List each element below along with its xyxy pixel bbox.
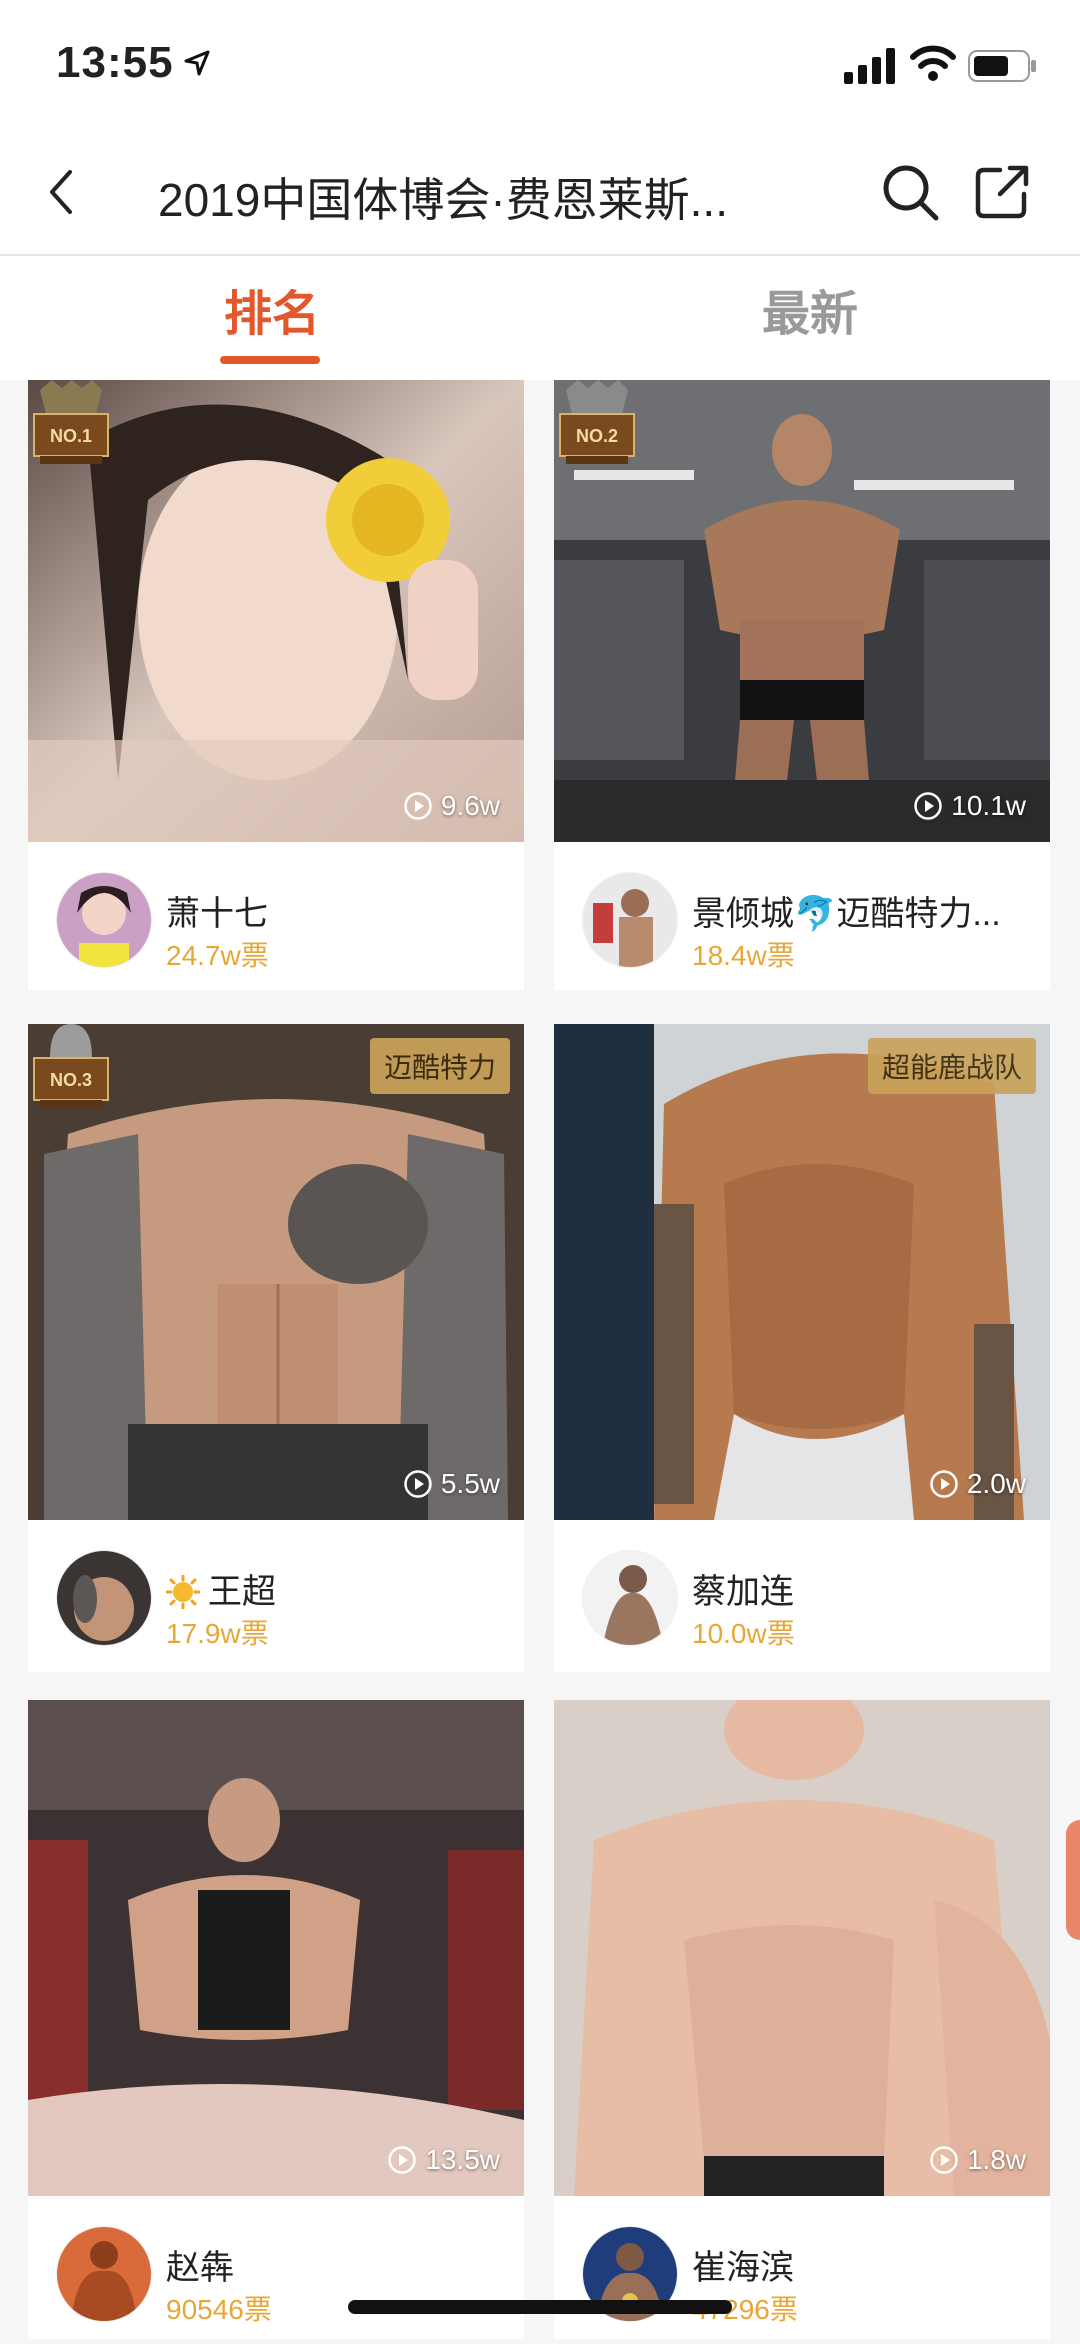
play-count-value: 10.1w xyxy=(951,790,1026,821)
tab-active-indicator xyxy=(220,356,320,364)
play-icon xyxy=(930,2146,958,2174)
status-time: 13:55 xyxy=(56,38,174,87)
play-count-value: 13.5w xyxy=(425,2144,500,2175)
vote-count: 18.4w票 xyxy=(692,940,795,971)
user-name[interactable]: 王超 xyxy=(166,1564,506,1613)
rank-badge-icon: NO.3 xyxy=(33,1024,109,1108)
play-icon xyxy=(404,792,432,820)
rank-badge-icon: NO.1 xyxy=(33,380,109,464)
share-icon[interactable] xyxy=(970,160,1034,224)
vote-count: 24.7w票 xyxy=(166,940,269,971)
play-count: 10.1w xyxy=(913,790,1026,822)
page-title: 2019中国体博会·费恩莱斯... xyxy=(158,174,728,226)
entry-info: 蔡加连 10.0w票 xyxy=(554,1520,1050,1668)
team-tag: 迈酷特力 xyxy=(369,1038,510,1094)
tab-bar: 排名 最新 xyxy=(0,256,1080,380)
nav-bar: 2019中国体博会·费恩莱斯... xyxy=(0,130,1080,256)
entry-card[interactable]: NO.1 9.6w 萧十七 24.7w票 xyxy=(28,380,524,990)
play-icon xyxy=(914,792,943,820)
entry-photo[interactable]: 超能鹿战队 2.0w xyxy=(554,1024,1050,1520)
back-chevron-icon[interactable] xyxy=(36,160,86,224)
photo-image xyxy=(28,1700,524,2196)
entry-card[interactable]: NO.2 10.1w 景倾城🐬迈酷特力... 18.4w票 xyxy=(554,380,1050,990)
entry-photo[interactable]: NO.2 10.1w xyxy=(554,380,1050,842)
tab-ranking[interactable]: 排名 xyxy=(122,274,422,344)
user-name-text: 王超 xyxy=(208,1573,276,1611)
sun-emoji-icon xyxy=(166,1575,200,1609)
play-icon xyxy=(388,2146,417,2174)
entry-card[interactable]: NO.3 迈酷特力 5.5w 王超 17.9w票 xyxy=(28,1024,524,1672)
photo-image xyxy=(554,1024,1050,1520)
entry-photo[interactable]: 13.5w xyxy=(28,1700,524,2196)
battery-icon xyxy=(968,50,1036,82)
entry-photo[interactable]: NO.1 9.6w xyxy=(28,380,524,842)
play-count-value: 1.8w xyxy=(966,2144,1026,2175)
photo-image xyxy=(554,1700,1050,2196)
home-indicator xyxy=(348,2300,732,2314)
play-count: 1.8w xyxy=(929,2144,1026,2176)
entry-info: 崔海滨 47296票 xyxy=(554,2196,1050,2344)
user-name[interactable]: 崔海滨 xyxy=(692,2240,1032,2289)
vote-count: 17.9w票 xyxy=(166,1618,269,1649)
team-tag: 超能鹿战队 xyxy=(867,1038,1036,1094)
play-icon xyxy=(404,1470,432,1498)
entry-info: 景倾城🐬迈酷特力... 18.4w票 xyxy=(554,842,1050,990)
status-bar: 13:55 xyxy=(0,0,1080,130)
entry-photo[interactable]: 1.8w xyxy=(554,1700,1050,2196)
rank-label: NO.2 xyxy=(576,426,618,446)
search-icon[interactable] xyxy=(878,160,942,224)
avatar[interactable] xyxy=(56,872,152,968)
play-count-value: 2.0w xyxy=(966,1468,1026,1499)
location-arrow-icon xyxy=(184,50,210,76)
avatar[interactable] xyxy=(582,872,678,968)
signal-icon xyxy=(844,48,895,84)
entry-info: 萧十七 24.7w票 xyxy=(28,842,524,990)
rank-label: NO.3 xyxy=(50,1070,92,1090)
avatar[interactable] xyxy=(582,1550,678,1646)
entry-card[interactable]: 1.8w 崔海滨 47296票 xyxy=(554,1700,1050,2339)
user-name[interactable]: 萧十七 xyxy=(166,886,506,935)
entry-info: 王超 17.9w票 xyxy=(28,1520,524,1668)
user-name[interactable]: 赵犇 xyxy=(166,2240,506,2289)
user-name[interactable]: 景倾城🐬迈酷特力... xyxy=(692,886,1032,935)
play-count: 9.6w xyxy=(403,790,500,822)
play-count: 2.0w xyxy=(929,1468,1026,1500)
play-count-value: 5.5w xyxy=(440,1468,500,1499)
play-count: 5.5w xyxy=(403,1468,500,1500)
entry-card[interactable]: 13.5w 赵犇 90546票 xyxy=(28,1700,524,2339)
entry-info: 赵犇 90546票 xyxy=(28,2196,524,2344)
entry-photo[interactable]: NO.3 迈酷特力 5.5w xyxy=(28,1024,524,1520)
user-name[interactable]: 蔡加连 xyxy=(692,1564,1032,1613)
rank-badge-icon: NO.2 xyxy=(559,380,635,464)
wifi-icon xyxy=(910,45,956,81)
avatar[interactable] xyxy=(56,1550,152,1646)
avatar[interactable] xyxy=(56,2226,152,2322)
tab-latest[interactable]: 最新 xyxy=(660,274,960,344)
entry-card[interactable]: 超能鹿战队 2.0w 蔡加连 10.0w票 xyxy=(554,1024,1050,1672)
play-count: 13.5w xyxy=(387,2144,500,2176)
rank-label: NO.1 xyxy=(50,426,92,446)
vote-count: 90546票 xyxy=(166,2294,272,2325)
side-float-tab[interactable] xyxy=(1066,1820,1080,1940)
play-count-value: 9.6w xyxy=(440,790,500,821)
vote-count: 10.0w票 xyxy=(692,1618,795,1649)
play-icon xyxy=(930,1470,958,1498)
